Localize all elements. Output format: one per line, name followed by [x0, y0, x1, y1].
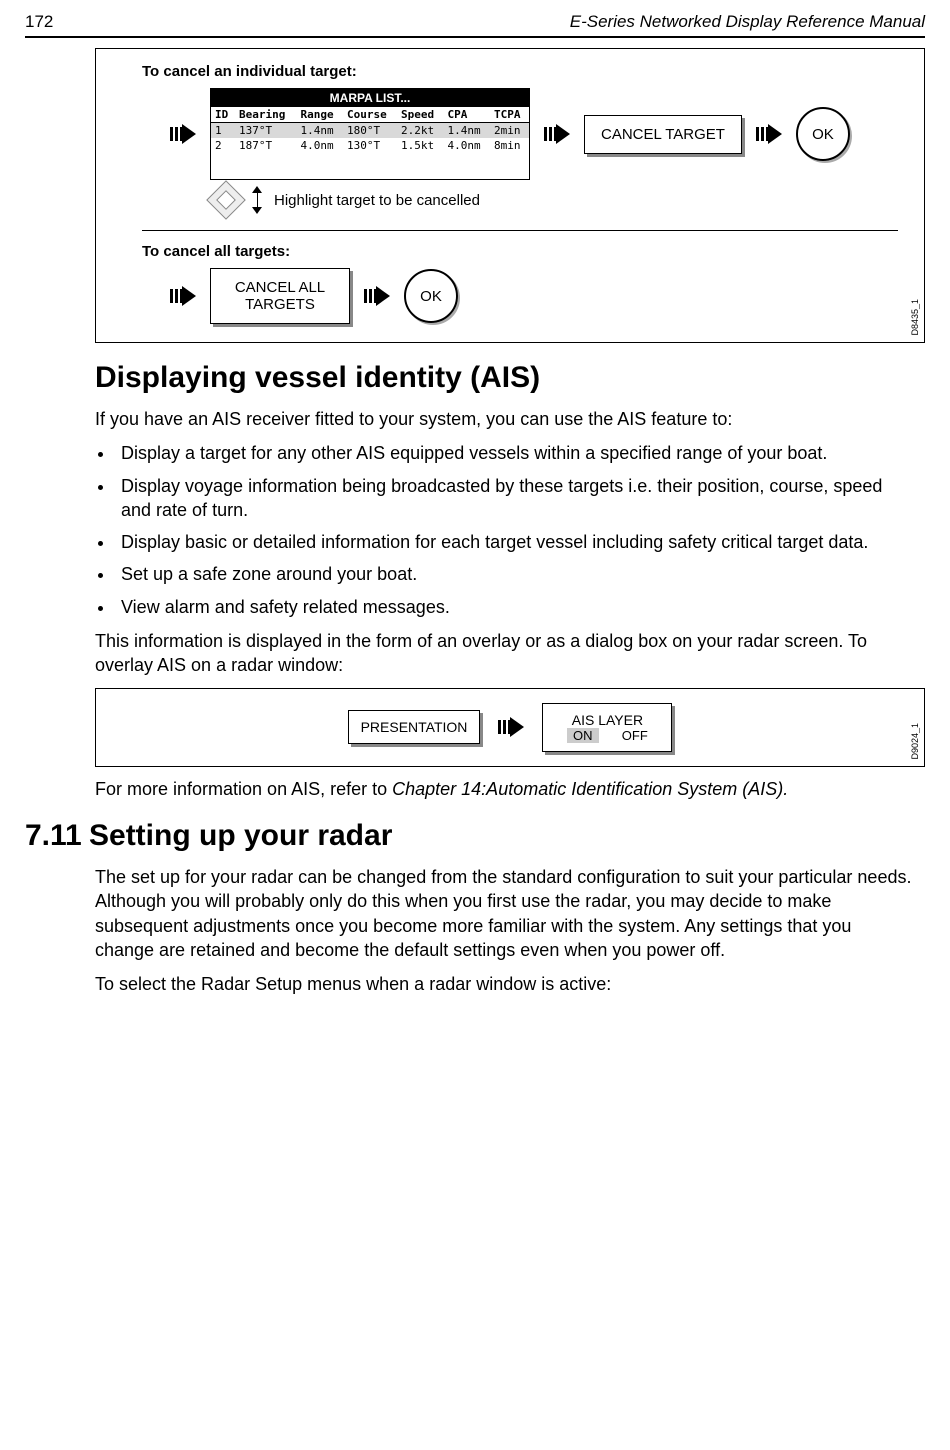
diagram-id-label: D9024_1 [910, 723, 920, 760]
page-number: 172 [25, 12, 53, 32]
arrow-icon [170, 124, 196, 144]
ais-content: If you have an AIS receiver fitted to yo… [95, 407, 915, 678]
cancel-individual-title: To cancel an individual target: [142, 63, 898, 80]
table-row [211, 153, 529, 179]
ok-button[interactable]: OK [796, 107, 850, 161]
ais-footer-text: For more information on AIS, refer to Ch… [95, 777, 915, 801]
ais-para2: This information is displayed in the for… [95, 629, 915, 678]
document-title: E-Series Networked Display Reference Man… [570, 12, 925, 32]
page-header: 172 E-Series Networked Display Reference… [25, 0, 925, 38]
ais-overlay-diagram: PRESENTATION AIS LAYER ON OFF D9024_1 [95, 688, 925, 767]
radar-para2: To select the Radar Setup menus when a r… [95, 972, 915, 996]
arrow-icon [756, 124, 782, 144]
ais-heading: Displaying vessel identity (AIS) [95, 361, 925, 395]
cancel-all-title: To cancel all targets: [142, 243, 898, 260]
list-item: View alarm and safety related messages. [115, 595, 915, 619]
radar-para1: The set up for your radar can be changed… [95, 865, 915, 962]
ais-intro: If you have an AIS receiver fitted to yo… [95, 407, 915, 431]
flow-row-presentation: PRESENTATION AIS LAYER ON OFF [122, 703, 898, 752]
marpa-list: MARPA LIST... ID Bearing Range Course Sp… [210, 88, 530, 180]
arrow-icon [498, 717, 524, 737]
divider [142, 230, 898, 231]
highlight-caption-row: Highlight target to be cancelled [212, 186, 898, 214]
flow-row-all: CANCEL ALL TARGETS OK [170, 268, 898, 324]
flow-row-individual: MARPA LIST... ID Bearing Range Course Sp… [170, 88, 898, 180]
cancel-all-targets-button[interactable]: CANCEL ALL TARGETS [210, 268, 350, 324]
list-item: Display a target for any other AIS equip… [115, 441, 915, 465]
marpa-list-title: MARPA LIST... [211, 89, 529, 107]
list-item: Display voyage information being broadca… [115, 474, 915, 523]
cancel-target-button[interactable]: CANCEL TARGET [584, 115, 742, 154]
presentation-button[interactable]: PRESENTATION [348, 710, 481, 744]
radar-content: The set up for your radar can be changed… [95, 865, 915, 996]
radar-setup-heading: 7.11Setting up your radar [25, 819, 925, 853]
section-number: 7.11 [25, 819, 89, 853]
table-header-row: ID Bearing Range Course Speed CPA TCPA [211, 107, 529, 123]
ais-on-option: ON [567, 728, 599, 743]
ais-off-option: OFF [622, 728, 648, 743]
ais-bullet-list: Display a target for any other AIS equip… [115, 441, 915, 619]
marpa-table: ID Bearing Range Course Speed CPA TCPA 1… [211, 107, 529, 179]
list-item: Set up a safe zone around your boat. [115, 562, 915, 586]
highlight-caption: Highlight target to be cancelled [274, 192, 480, 209]
up-down-icon [252, 186, 262, 214]
table-row[interactable]: 1 137°T 1.4nm 180°T 2.2kt 1.4nm 2min [211, 123, 529, 139]
cancel-target-diagram: To cancel an individual target: MARPA LI… [95, 48, 925, 343]
navpad-icon [206, 180, 246, 220]
arrow-icon [364, 286, 390, 306]
ais-layer-toggle[interactable]: AIS LAYER ON OFF [542, 703, 672, 752]
arrow-icon [544, 124, 570, 144]
arrow-icon [170, 286, 196, 306]
ok-button[interactable]: OK [404, 269, 458, 323]
ais-footer: For more information on AIS, refer to Ch… [95, 777, 915, 801]
list-item: Display basic or detailed information fo… [115, 530, 915, 554]
diagram-id-label: D8435_1 [910, 299, 920, 336]
table-row[interactable]: 2 187°T 4.0nm 130°T 1.5kt 4.0nm 8min [211, 138, 529, 153]
